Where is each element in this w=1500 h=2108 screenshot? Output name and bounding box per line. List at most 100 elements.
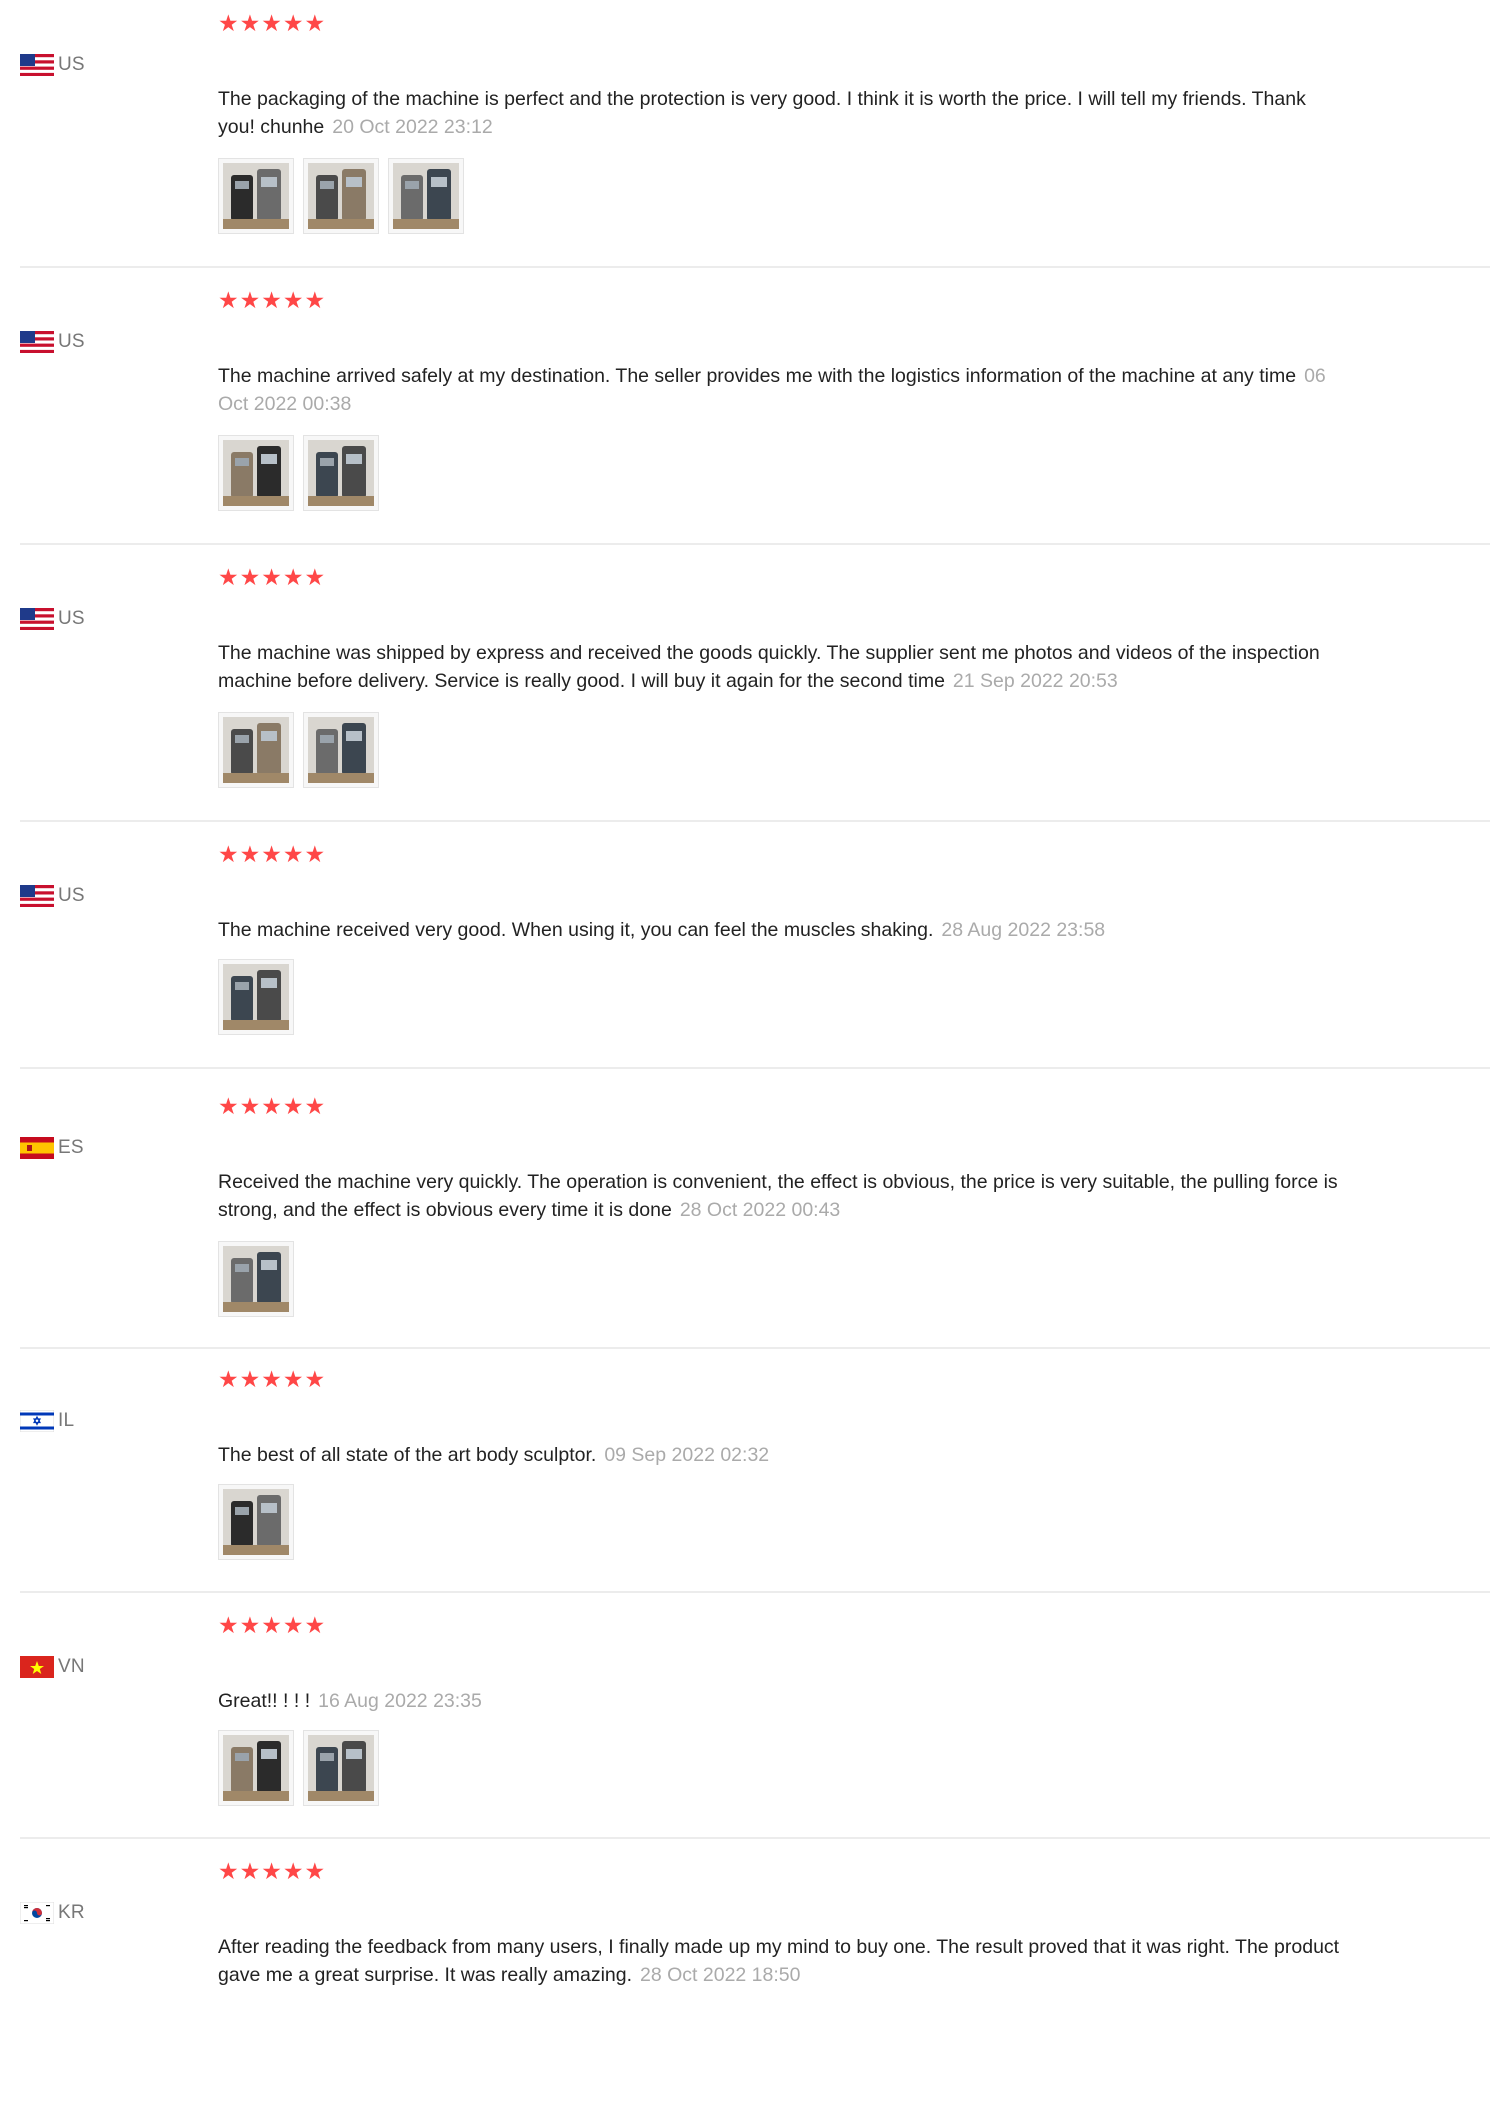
review-photos <box>218 435 379 511</box>
review-item: KR ★ ★ ★ ★ ★ After reading the feedback from m… <box>20 1858 1490 2108</box>
review-text: The machine was shipped by express and r… <box>218 639 1343 695</box>
star-icon: ★ <box>304 10 326 36</box>
reviewer-country: US <box>20 885 85 907</box>
review-photo-thumbnail[interactable] <box>303 435 379 511</box>
star-icon: ★ <box>239 564 261 590</box>
star-rating: ★ ★ ★ ★ ★ <box>218 841 325 867</box>
review-divider <box>20 820 1490 822</box>
review-photo-thumbnail[interactable] <box>218 1484 294 1560</box>
star-icon: ★ <box>304 564 326 590</box>
review-text: The best of all state of the art body sc… <box>218 1441 1343 1469</box>
reviewer-country: IL <box>20 1410 74 1432</box>
reviewer-country: VN <box>20 1656 85 1678</box>
us-flag-icon <box>20 331 54 353</box>
star-icon: ★ <box>282 564 304 590</box>
review-divider <box>20 266 1490 268</box>
star-icon: ★ <box>218 841 239 867</box>
star-icon: ★ <box>239 1093 261 1119</box>
star-icon: ★ <box>239 10 261 36</box>
star-icon: ★ <box>261 1093 282 1119</box>
star-icon: ★ <box>304 1366 326 1392</box>
review-photo-thumbnail[interactable] <box>388 158 464 234</box>
star-icon: ★ <box>282 1612 304 1638</box>
review-photo-thumbnail[interactable] <box>218 1241 294 1317</box>
star-icon: ★ <box>218 10 239 36</box>
star-rating: ★ ★ ★ ★ ★ <box>218 10 325 36</box>
us-flag-icon <box>20 885 54 907</box>
star-icon: ★ <box>261 1612 282 1638</box>
star-icon: ★ <box>239 1612 261 1638</box>
review-photo-thumbnail[interactable] <box>303 712 379 788</box>
review-item: IL ★ ★ ★ ★ ★ The best of all state of the art … <box>20 1366 1490 1616</box>
star-icon: ★ <box>239 841 261 867</box>
star-icon: ★ <box>261 287 282 313</box>
star-icon: ★ <box>261 1366 282 1392</box>
country-code: IL <box>58 1410 75 1431</box>
country-code: US <box>58 608 85 629</box>
star-rating: ★ ★ ★ ★ ★ <box>218 1612 325 1638</box>
country-code: US <box>58 331 85 352</box>
star-icon: ★ <box>261 10 282 36</box>
star-icon: ★ <box>239 287 261 313</box>
review-date: 21 Sep 2022 20:53 <box>952 670 1118 692</box>
review-photos <box>218 1484 294 1560</box>
review-photo-thumbnail[interactable] <box>218 1730 294 1806</box>
review-divider <box>20 543 1490 545</box>
review-item: VN ★ ★ ★ ★ ★ Great!! ! ! ! 16 Aug 2022 23:35 <box>20 1612 1490 1862</box>
review-date: 20 Oct 2022 23:12 <box>332 116 493 138</box>
star-icon: ★ <box>218 564 239 590</box>
review-item: US ★ ★ ★ ★ ★ The machine was shipped by expres… <box>20 564 1490 814</box>
review-text: The machine received very good. When usi… <box>218 916 1343 944</box>
review-list: US ★ ★ ★ ★ ★ The packaging of the machine is p… <box>0 0 1500 2068</box>
review-item: ES ★ ★ ★ ★ ★ Received the machine very quickly… <box>20 1093 1490 1343</box>
star-icon: ★ <box>218 287 239 313</box>
review-date: 09 Sep 2022 02:32 <box>604 1444 770 1466</box>
star-rating: ★ ★ ★ ★ ★ <box>218 1093 325 1119</box>
star-icon: ★ <box>239 1858 261 1884</box>
review-photo-thumbnail[interactable] <box>303 158 379 234</box>
review-body: The machine arrived safely at my destina… <box>218 365 1297 387</box>
star-icon: ★ <box>239 1366 261 1392</box>
country-code: ES <box>58 1137 84 1158</box>
review-date: 28 Oct 2022 00:43 <box>679 1199 841 1221</box>
country-code: KR <box>58 1902 85 1923</box>
review-body: The machine received very good. When usi… <box>218 919 934 941</box>
review-text: Great!! ! ! ! 16 Aug 2022 23:35 <box>218 1687 1343 1715</box>
review-body: Great!! ! ! ! <box>218 1690 311 1712</box>
review-item: US ★ ★ ★ ★ ★ The machine received very good. W… <box>20 841 1490 1091</box>
star-icon: ★ <box>282 1093 304 1119</box>
star-icon: ★ <box>304 287 326 313</box>
star-icon: ★ <box>282 1366 304 1392</box>
review-item: US ★ ★ ★ ★ ★ The machine arrived safely at my … <box>20 287 1490 537</box>
us-flag-icon <box>20 54 54 76</box>
es-flag-icon <box>20 1137 54 1159</box>
star-icon: ★ <box>304 841 326 867</box>
star-icon: ★ <box>304 1858 326 1884</box>
review-body: The best of all state of the art body sc… <box>218 1444 597 1466</box>
review-photo-thumbnail[interactable] <box>218 435 294 511</box>
reviewer-country: ES <box>20 1137 84 1159</box>
country-code: VN <box>58 1656 85 1677</box>
review-body: The machine was shipped by express and r… <box>218 642 1320 692</box>
star-icon: ★ <box>282 287 304 313</box>
review-photo-thumbnail[interactable] <box>218 158 294 234</box>
review-item: US ★ ★ ★ ★ ★ The packaging of the machine is p… <box>20 10 1490 260</box>
review-text: The packaging of the machine is perfect … <box>218 85 1343 141</box>
review-photo-thumbnail[interactable] <box>218 959 294 1035</box>
review-photo-thumbnail[interactable] <box>303 1730 379 1806</box>
review-photos <box>218 712 379 788</box>
star-icon: ★ <box>261 564 282 590</box>
star-icon: ★ <box>282 841 304 867</box>
reviewer-country: US <box>20 54 85 76</box>
us-flag-icon <box>20 608 54 630</box>
review-text: After reading the feedback from many use… <box>218 1933 1343 1989</box>
review-photo-thumbnail[interactable] <box>218 712 294 788</box>
country-code: US <box>58 885 85 906</box>
review-photos <box>218 1730 379 1806</box>
country-code: US <box>58 54 85 75</box>
star-icon: ★ <box>304 1093 326 1119</box>
review-divider <box>20 1347 1490 1349</box>
star-icon: ★ <box>218 1612 239 1638</box>
review-text: Received the machine very quickly. The o… <box>218 1168 1343 1224</box>
reviewer-country: KR <box>20 1902 85 1924</box>
